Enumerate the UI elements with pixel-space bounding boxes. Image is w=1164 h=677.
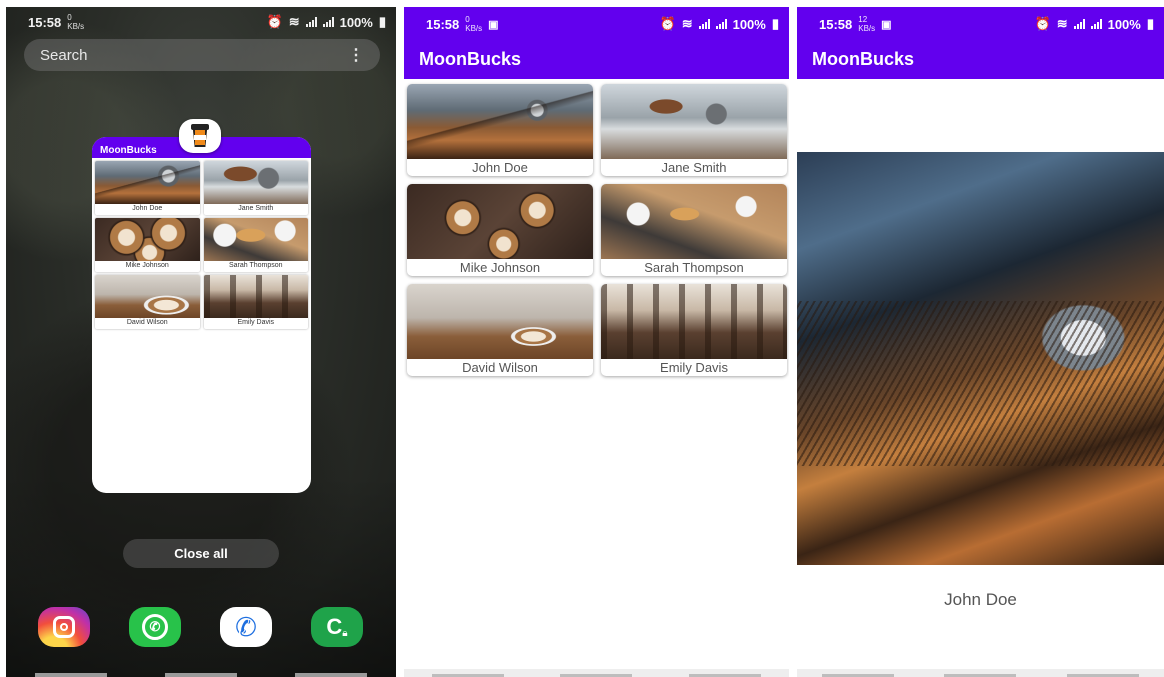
coffee-image xyxy=(407,284,593,359)
coffee-image xyxy=(601,184,787,259)
coffee-image xyxy=(203,218,308,261)
signal-icon-2 xyxy=(1090,19,1102,29)
list-item-name: David Wilson xyxy=(462,360,538,375)
network-speed: 0 KB/s xyxy=(465,15,483,33)
wifi-icon: ≋ xyxy=(288,14,300,29)
coffee-image xyxy=(407,184,593,259)
status-time: 15:58 xyxy=(28,14,62,30)
status-time: 15:58 xyxy=(426,16,460,32)
alarm-icon: ⏰ xyxy=(659,16,676,31)
gallery-notification-icon: ▣ xyxy=(881,18,892,31)
status-time: 15:58 xyxy=(819,16,853,32)
list-item-name: Mike Johnson xyxy=(459,260,541,275)
mini-item-name: Jane Smith xyxy=(238,205,274,212)
battery-level: 100% xyxy=(1107,16,1141,32)
navigation-bar xyxy=(404,669,789,677)
page-title: MoonBucks xyxy=(812,49,915,69)
coffee-image xyxy=(203,161,308,204)
list-item-name: Emily Davis xyxy=(660,360,728,375)
search-placeholder: Search xyxy=(40,46,88,64)
moonbucks-app-icon[interactable] xyxy=(179,119,221,153)
gallery-notification-icon: ▣ xyxy=(488,18,499,31)
search-bar[interactable]: Search ⋮ xyxy=(24,39,380,71)
list-item[interactable]: John Doe xyxy=(407,84,593,176)
list-item[interactable]: David Wilson xyxy=(407,284,593,376)
detail-coffee-image xyxy=(797,152,1164,565)
mini-list-item: Sarah Thompson xyxy=(203,218,308,272)
signal-icon-2 xyxy=(322,17,334,27)
battery-icon: ▮ xyxy=(378,14,386,29)
coffee-cup-icon xyxy=(191,124,209,148)
card-thumbnail-grid: John Doe Jane Smith Mike Johnson Sarah T… xyxy=(92,158,311,332)
signal-icon-2 xyxy=(715,19,727,29)
mini-list-item: Mike Johnson xyxy=(95,218,200,272)
close-all-button[interactable]: Close all xyxy=(123,539,279,568)
network-speed: 12 KB/s xyxy=(858,15,876,33)
recent-app-card[interactable]: MoonBucks John Doe Jane Smith Mike Johns… xyxy=(92,137,311,493)
list-item[interactable]: Mike Johnson xyxy=(407,184,593,276)
whatsapp-icon[interactable]: ✆ xyxy=(129,607,181,647)
list-item-name: Sarah Thompson xyxy=(644,260,744,275)
navigation-bar xyxy=(797,669,1164,677)
navigation-bar xyxy=(6,673,396,677)
app-bar: 15:58 12 KB/s ▣ ⏰ ≋ 100% ▮ MoonBucks xyxy=(797,7,1164,79)
battery-icon: ▮ xyxy=(771,16,779,31)
status-bar: 15:58 0 KB/s ▣ ⏰ ≋ 100% ▮ xyxy=(404,9,789,39)
list-screen: 15:58 0 KB/s ▣ ⏰ ≋ 100% ▮ MoonBucks John … xyxy=(404,7,789,677)
battery-icon: ▮ xyxy=(1146,16,1154,31)
network-speed: 0 KB/s xyxy=(67,13,85,31)
coffee-image xyxy=(407,84,593,159)
coffee-image xyxy=(95,161,200,204)
battery-level: 100% xyxy=(339,14,373,30)
app-bar: 15:58 0 KB/s ▣ ⏰ ≋ 100% ▮ MoonBucks xyxy=(404,7,789,79)
mini-item-name: Mike Johnson xyxy=(125,262,169,269)
mini-list-item: Emily Davis xyxy=(203,275,308,329)
mini-item-name: John Doe xyxy=(132,205,163,212)
coffee-image xyxy=(203,275,308,318)
phone-icon[interactable]: ✆ xyxy=(220,607,272,647)
instagram-icon[interactable] xyxy=(38,607,90,647)
mini-list-item: John Doe xyxy=(95,161,200,215)
mini-item-name: Sarah Thompson xyxy=(228,262,283,269)
coffee-image xyxy=(95,275,200,318)
list-item[interactable]: Sarah Thompson xyxy=(601,184,787,276)
list-item[interactable]: Emily Davis xyxy=(601,284,787,376)
more-options-icon[interactable]: ⋮ xyxy=(348,45,364,65)
mini-item-name: David Wilson xyxy=(126,319,168,326)
alarm-icon: ⏰ xyxy=(266,14,283,29)
list-item-name: John Doe xyxy=(472,160,528,175)
coffee-image xyxy=(95,218,200,261)
page-title: MoonBucks xyxy=(419,49,522,69)
signal-icon xyxy=(1073,19,1085,29)
coffee-image xyxy=(601,84,787,159)
status-bar: 15:58 0 KB/s ⏰ ≋ 100% ▮ xyxy=(6,7,396,37)
mini-list-item: Jane Smith xyxy=(203,161,308,215)
signal-icon xyxy=(305,17,317,27)
coffee-image xyxy=(601,284,787,359)
battery-level: 100% xyxy=(732,16,766,32)
list-item[interactable]: Jane Smith xyxy=(601,84,787,176)
detail-name: John Doe xyxy=(944,590,1017,609)
status-bar: 15:58 12 KB/s ▣ ⏰ ≋ 100% ▮ xyxy=(797,9,1164,39)
recents-screen: 15:58 0 KB/s ⏰ ≋ 100% ▮ Search ⋮ MoonBuck… xyxy=(6,7,396,677)
profile-grid: John Doe Jane Smith Mike Johnson Sarah T… xyxy=(407,84,789,376)
wifi-icon: ≋ xyxy=(681,16,693,31)
wifi-icon: ≋ xyxy=(1056,16,1068,31)
mini-list-item: David Wilson xyxy=(95,275,200,329)
secure-call-icon[interactable]: C 🔒︎ xyxy=(311,607,363,647)
detail-screen: 15:58 12 KB/s ▣ ⏰ ≋ 100% ▮ MoonBucks John… xyxy=(797,7,1164,677)
alarm-icon: ⏰ xyxy=(1034,16,1051,31)
card-title: MoonBucks xyxy=(100,145,157,156)
signal-icon xyxy=(698,19,710,29)
list-item-name: Jane Smith xyxy=(661,160,727,175)
mini-item-name: Emily Davis xyxy=(237,319,275,326)
